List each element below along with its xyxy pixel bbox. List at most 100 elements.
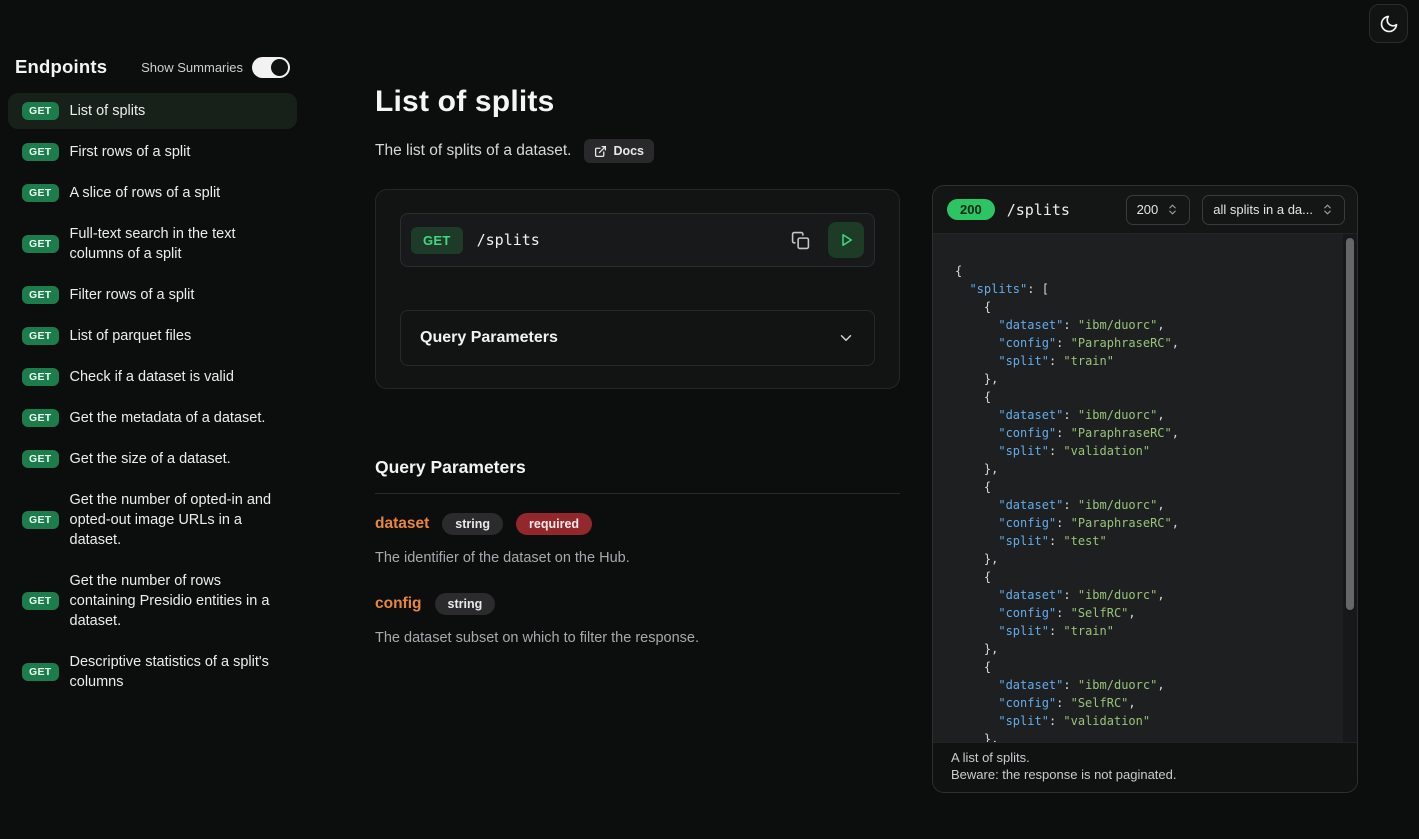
get-badge: GET	[22, 368, 59, 386]
json-code-line: {	[955, 298, 1333, 316]
get-badge: GET	[22, 327, 59, 345]
sidebar-item[interactable]: GET List of parquet files	[8, 318, 297, 354]
response-example-panel: 200 /splits 200 all splits in a da... { …	[932, 185, 1358, 793]
sidebar-item[interactable]: GET Check if a dataset is valid	[8, 359, 297, 395]
json-code-line: {	[955, 388, 1333, 406]
response-body-viewport: { "splits": [ { "dataset": "ibm/duorc", …	[933, 234, 1357, 742]
sidebar-item[interactable]: GET Get the size of a dataset.	[8, 441, 297, 477]
get-badge: GET	[22, 409, 59, 427]
get-badge: GET	[22, 450, 59, 468]
param-description: The identifier of the dataset on the Hub…	[375, 550, 900, 566]
play-icon	[837, 231, 855, 249]
example-select-value: all splits in a da...	[1213, 202, 1313, 217]
response-footer-line: A list of splits.	[951, 750, 1339, 767]
sidebar-item-label: First rows of a split	[70, 142, 191, 162]
run-request-button[interactable]	[828, 222, 864, 258]
json-code-line: },	[955, 640, 1333, 658]
scrollbar-thumb[interactable]	[1346, 238, 1354, 610]
param-row: dataset string required	[375, 513, 900, 535]
example-select[interactable]: all splits in a da...	[1202, 195, 1345, 225]
sidebar-item[interactable]: GETGet the metadata of a dataset.	[8, 400, 297, 436]
sidebar-item[interactable]: GETFilter rows of a split	[8, 277, 297, 313]
get-badge: GET	[22, 663, 59, 681]
json-code-line: "splits": [	[955, 280, 1333, 298]
toggle-knob	[271, 59, 288, 76]
sidebar-item[interactable]: GET Get the number of rows containing Pre…	[8, 563, 297, 639]
json-code-line: {	[955, 262, 1333, 280]
json-code-block: { "splits": [ { "dataset": "ibm/duorc", …	[933, 234, 1357, 742]
json-code-line: {	[955, 568, 1333, 586]
param-block: dataset string required The identifier of t…	[375, 513, 900, 566]
get-badge: GET	[22, 102, 59, 120]
main-content: List of splits The list of splits of a d…	[375, 85, 900, 646]
sidebar-item[interactable]: GETA slice of rows of a split	[8, 175, 297, 211]
json-code-line: {	[955, 658, 1333, 676]
json-code-line: "dataset": "ibm/duorc",	[955, 406, 1333, 424]
sidebar-item[interactable]: GET Get the number of opted-in and opted-…	[8, 482, 297, 558]
sidebar-item-label: List of splits	[70, 101, 146, 121]
param-type-badge: string	[442, 513, 503, 535]
json-code-line: },	[955, 460, 1333, 478]
show-summaries-toggle[interactable]	[252, 57, 290, 78]
json-code-line: },	[955, 730, 1333, 742]
json-code-line: "config": "SelfRC",	[955, 604, 1333, 622]
moon-icon	[1379, 14, 1399, 34]
scrollbar-track	[1343, 234, 1357, 742]
sidebar-item-label: Get the number of opted-in and opted-out…	[70, 490, 284, 550]
json-code-line: "split": "validation"	[955, 442, 1333, 460]
get-badge: GET	[22, 592, 59, 610]
status-select[interactable]: 200	[1126, 195, 1191, 225]
show-summaries-label: Show Summaries	[141, 60, 243, 75]
get-badge: GET	[22, 143, 59, 161]
external-link-icon	[594, 145, 607, 158]
sidebar-item-label: Get the number of rows containing Presid…	[70, 571, 284, 631]
response-path: /splits	[1007, 201, 1070, 219]
sidebar-item-label: Full-text search in the text columns of …	[70, 224, 284, 264]
json-code-line: "dataset": "ibm/duorc",	[955, 316, 1333, 334]
param-block: configstring The dataset subset on which …	[375, 593, 900, 646]
sidebar-item[interactable]: GET List of splits	[8, 93, 297, 129]
method-badge: GET	[411, 227, 463, 254]
params-section-title: Query Parameters	[375, 457, 900, 494]
sidebar-item[interactable]: GET First rows of a split	[8, 134, 297, 170]
theme-toggle-button[interactable]	[1369, 4, 1408, 43]
status-badge: 200	[947, 199, 995, 220]
sidebar-item-label: Descriptive statistics of a split's colu…	[70, 652, 284, 692]
endpoints-sidebar: Endpoints Show Summaries GETList of spli…	[8, 56, 297, 700]
sidebar-item[interactable]: GET Descriptive statistics of a split's c…	[8, 644, 297, 700]
copy-button[interactable]	[787, 227, 814, 254]
sidebar-item-label: Filter rows of a split	[70, 285, 195, 305]
json-code-line: "split": "train"	[955, 352, 1333, 370]
request-bar: GET /splits	[400, 213, 875, 267]
response-footer: A list of splits. Beware: the response i…	[933, 742, 1357, 792]
sidebar-item-label: Check if a dataset is valid	[70, 367, 234, 387]
param-description: The dataset subset on which to filter th…	[375, 630, 900, 646]
param-name: dataset	[375, 515, 429, 533]
sidebar-item[interactable]: GET Full-text search in the text columns …	[8, 216, 297, 272]
json-code-line: },	[955, 370, 1333, 388]
query-parameters-section: Query Parameters dataset string required Th…	[375, 457, 900, 646]
json-code-line: {	[955, 478, 1333, 496]
param-row: configstring	[375, 593, 900, 615]
json-code-line: "dataset": "ibm/duorc",	[955, 586, 1333, 604]
json-code-line: "split": "test"	[955, 532, 1333, 550]
get-badge: GET	[22, 511, 59, 529]
chevrons-up-down-icon	[1321, 203, 1334, 216]
sidebar-item-label: List of parquet files	[70, 326, 192, 346]
param-name: config	[375, 595, 422, 613]
copy-icon	[791, 231, 810, 250]
docs-button-label: Docs	[613, 144, 644, 158]
params-list: dataset string required The identifier of t…	[375, 513, 900, 646]
json-code-line: },	[955, 550, 1333, 568]
response-footer-line: Beware: the response is not paginated.	[951, 767, 1339, 784]
get-badge: GET	[22, 184, 59, 202]
get-badge: GET	[22, 235, 59, 253]
endpoint-description: The list of splits of a dataset.	[375, 142, 571, 160]
query-parameters-collapsible[interactable]: Query Parameters	[400, 310, 875, 366]
required-badge: required	[516, 513, 592, 535]
docs-button[interactable]: Docs	[584, 139, 654, 163]
sidebar-item-label: Get the size of a dataset.	[70, 449, 231, 469]
endpoints-list: GET List of splits GET First rows of a spli…	[8, 93, 297, 700]
status-select-value: 200	[1137, 202, 1159, 217]
json-code-line: "dataset": "ibm/duorc",	[955, 676, 1333, 694]
